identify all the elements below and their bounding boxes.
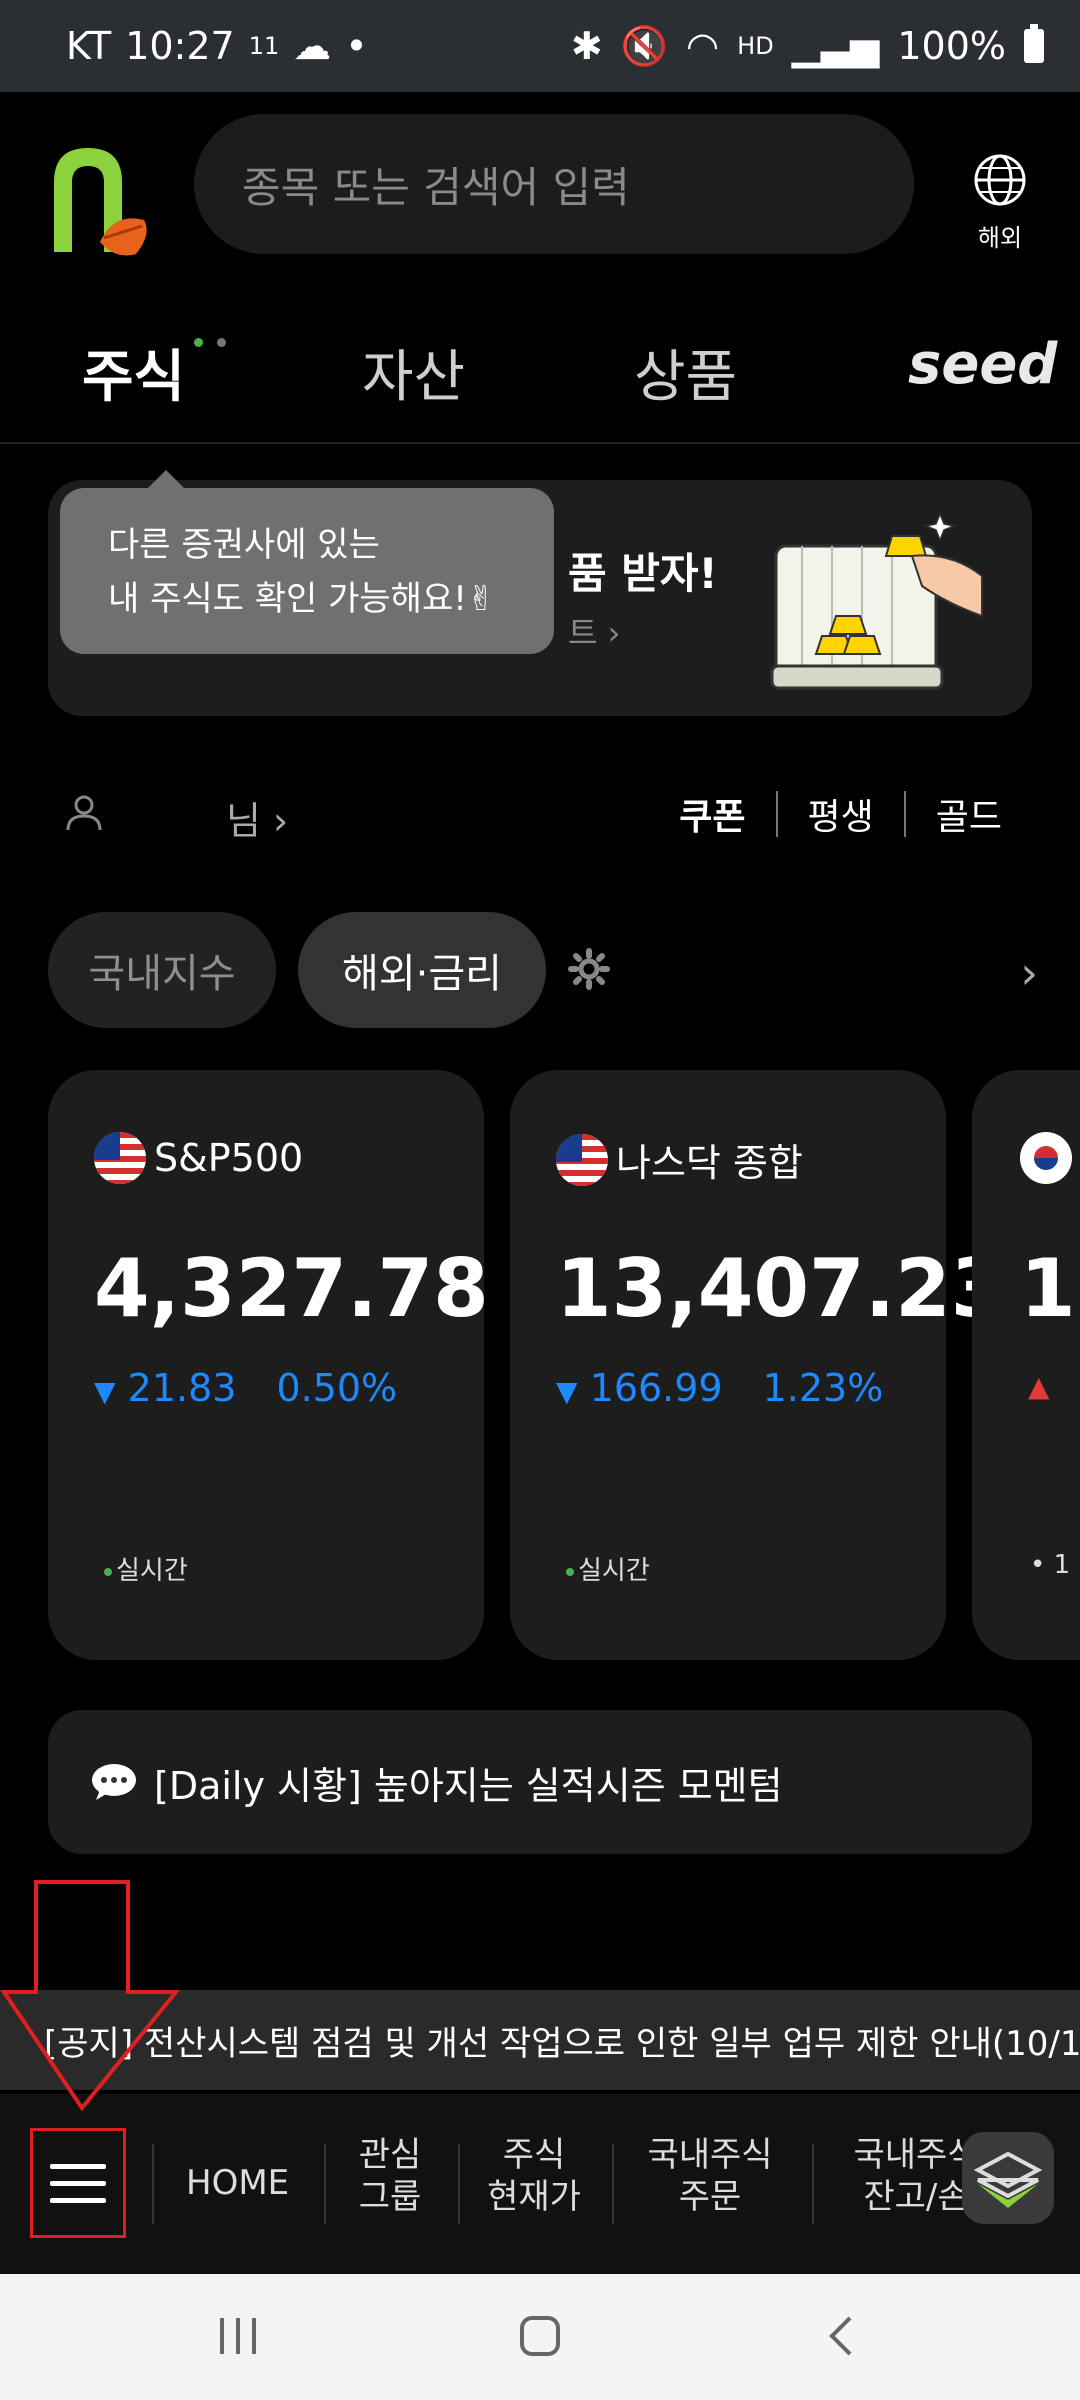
kr-flag-icon bbox=[1020, 1132, 1072, 1188]
layers-icon bbox=[973, 2151, 1043, 2208]
tab-assets[interactable]: 자산 bbox=[362, 332, 465, 413]
user-icon bbox=[66, 795, 102, 831]
notification-dot: • bbox=[345, 24, 368, 68]
app-logo-icon[interactable] bbox=[44, 142, 164, 262]
notification-11-icon: 11 bbox=[248, 32, 280, 60]
bottom-menu: HOME 관심 그룹 주식 현재가 국내주식 주문 국내주식 잔고/손 bbox=[0, 2094, 1080, 2274]
hd-icon: HD bbox=[737, 32, 774, 60]
up-triangle-icon: ▲ bbox=[1028, 1370, 1050, 1403]
user-links: 쿠폰 평생 골드 bbox=[679, 788, 1002, 840]
menu-home[interactable]: HOME bbox=[186, 2162, 289, 2204]
coupon-link[interactable]: 쿠폰 bbox=[679, 788, 745, 840]
chip-domestic-index[interactable]: 국내지수 bbox=[48, 912, 276, 1028]
menu-domestic-order[interactable]: 국내주식 주문 bbox=[640, 2134, 780, 2218]
tab-indicator-dots bbox=[194, 332, 240, 351]
menu-stock-price[interactable]: 주식 현재가 bbox=[484, 2134, 584, 2218]
divider bbox=[903, 791, 906, 837]
battery-icon bbox=[1024, 24, 1044, 63]
status-bar: KT 10:27 11 ☁ • ✱ 🔇 ◠ HD ▁▃▅ 100% bbox=[0, 0, 1080, 92]
index-card-nasdaq[interactable]: 나스닥 종합 13,407.23 ▼ 166.99 1.23% 실시간 bbox=[510, 1070, 1006, 1660]
realtime-label-partial: • 1 bbox=[1030, 1550, 1071, 1580]
chip-overseas-rates[interactable]: 해외·금리 bbox=[298, 912, 546, 1028]
battery-percent: 100% bbox=[897, 24, 1006, 68]
index-percent: 1.23% bbox=[762, 1366, 884, 1410]
tooltip[interactable]: 다른 증권사에 있는 내 주식도 확인 가능해요!✌ bbox=[60, 488, 554, 654]
index-price-partial: 1 bbox=[1020, 1242, 1076, 1335]
banner-title: 품 받자! bbox=[568, 549, 718, 598]
news-text: [Daily 시황] 높아지는 실적시즌 모멘텀 bbox=[154, 1763, 783, 1808]
chevron-right-icon[interactable]: › bbox=[1020, 948, 1038, 999]
us-flag-icon bbox=[556, 1133, 608, 1186]
chat-bubble-icon bbox=[92, 1764, 136, 1800]
gold-link[interactable]: 골드 bbox=[936, 788, 1002, 840]
index-percent: 0.50% bbox=[276, 1366, 398, 1410]
weather-icon: ☁ bbox=[293, 24, 332, 68]
index-name: S&P500 bbox=[154, 1136, 304, 1180]
realtime-label: 실시간 bbox=[104, 1550, 188, 1587]
tooltip-arrow bbox=[146, 470, 186, 490]
tab-stocks[interactable]: 주식 bbox=[82, 332, 185, 413]
lifetime-link[interactable]: 평생 bbox=[808, 788, 874, 840]
index-card-partial[interactable]: 1 ▲ • 1 bbox=[972, 1070, 1080, 1660]
hamburger-menu-button[interactable] bbox=[30, 2128, 126, 2238]
gold-bars-illustration bbox=[770, 511, 983, 690]
down-triangle-icon: ▼ bbox=[556, 1375, 578, 1408]
card-name: S&P500 bbox=[94, 1132, 303, 1184]
index-filter-chips: 국내지수 해외·금리 › bbox=[48, 912, 1048, 1028]
wifi-icon: ◠ bbox=[685, 24, 720, 68]
us-flag-icon bbox=[94, 1132, 146, 1184]
recent-apps-button[interactable] bbox=[216, 2314, 260, 2358]
down-triangle-icon: ▼ bbox=[94, 1375, 116, 1408]
index-name: 나스닥 종합 bbox=[616, 1141, 803, 1185]
bluetooth-icon: ✱ bbox=[570, 24, 603, 68]
globe-icon bbox=[974, 154, 1026, 206]
tooltip-line2: 내 주식도 확인 가능해요!✌ bbox=[108, 579, 496, 619]
daily-news-banner[interactable]: [Daily 시황] 높아지는 실적시즌 모멘텀 bbox=[48, 1710, 1032, 1854]
annotation-arrow bbox=[0, 1880, 180, 2112]
realtime-label: 실시간 bbox=[566, 1550, 650, 1587]
index-card-sp500[interactable]: S&P500 4,327.78 ▼ 21.83 0.50% 실시간 bbox=[48, 1070, 489, 1660]
menu-watchlist-group[interactable]: 관심 그룹 bbox=[350, 2134, 430, 2218]
user-greeting[interactable]: 님 › bbox=[226, 790, 288, 845]
home-button[interactable] bbox=[518, 2314, 562, 2358]
index-change: ▼ 166.99 1.23% bbox=[556, 1366, 884, 1410]
main-tabs: 주식 자산 상품 seed bbox=[0, 302, 1080, 444]
overseas-button[interactable]: 해외 bbox=[960, 152, 1040, 253]
carrier-label: KT bbox=[66, 24, 112, 68]
globe-label: 해외 bbox=[977, 224, 1023, 252]
gear-icon[interactable] bbox=[568, 948, 610, 990]
card-name: 나스닥 종합 bbox=[556, 1132, 803, 1187]
search-input[interactable]: 종목 또는 검색어 입력 bbox=[194, 114, 914, 254]
divider bbox=[775, 791, 778, 837]
tab-seed[interactable]: seed bbox=[908, 332, 1057, 397]
notice-text: [공지] 전산시스템 점검 및 개선 작업으로 인한 일부 업무 제한 안내(1… bbox=[44, 2023, 1080, 2064]
mute-icon: 🔇 bbox=[620, 23, 668, 68]
system-nav-bar bbox=[0, 2274, 1080, 2400]
search-placeholder: 종목 또는 검색어 입력 bbox=[242, 162, 630, 212]
index-price: 13,407.23 bbox=[556, 1242, 1007, 1335]
clock: 10:27 bbox=[125, 24, 235, 68]
signal-icon: ▁▃▅ bbox=[791, 24, 880, 68]
tooltip-line1: 다른 증권사에 있는 bbox=[108, 525, 380, 565]
index-price: 4,327.78 bbox=[94, 1242, 489, 1335]
tab-products[interactable]: 상품 bbox=[634, 332, 737, 413]
banner-subtitle: 트 › bbox=[568, 614, 621, 652]
index-change: ▼ 21.83 0.50% bbox=[94, 1366, 398, 1410]
app-header: 종목 또는 검색어 입력 해외 bbox=[0, 92, 1080, 302]
user-row: 님 › 쿠폰 평생 골드 bbox=[0, 770, 1080, 860]
back-button[interactable] bbox=[820, 2314, 864, 2358]
layers-button[interactable] bbox=[962, 2132, 1054, 2224]
